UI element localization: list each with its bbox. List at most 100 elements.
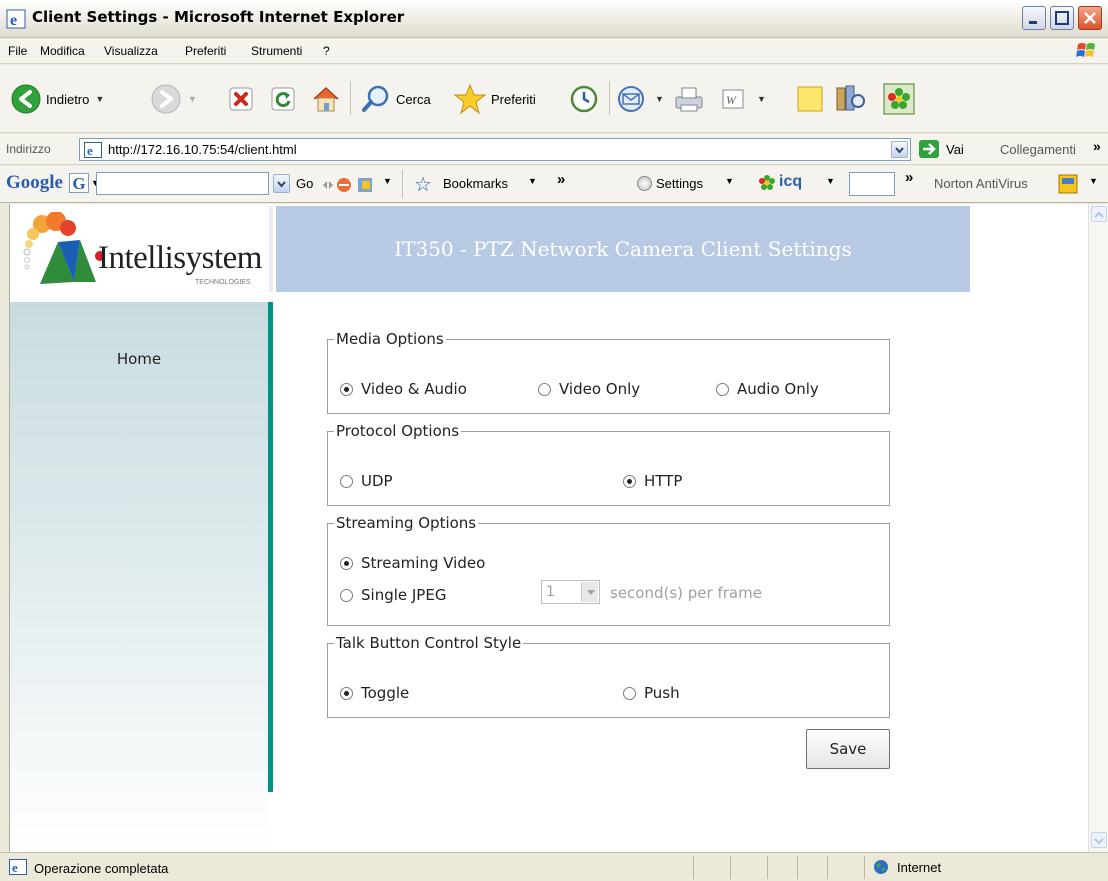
overflow-chevron-icon[interactable]: » xyxy=(905,169,913,186)
back-dropdown-icon[interactable]: ▼ xyxy=(95,94,104,104)
title-bar: e Client Settings - Microsoft Internet E… xyxy=(0,0,1108,38)
norton-button[interactable]: Norton AntiVirus xyxy=(934,176,1028,191)
google-go-button[interactable]: Go xyxy=(296,176,313,191)
forward-button[interactable]: ▼ xyxy=(150,79,197,119)
back-button[interactable]: Indietro ▼ xyxy=(10,79,104,119)
svg-text:e: e xyxy=(10,12,17,29)
overflow-chevron-icon[interactable]: » xyxy=(557,171,565,188)
protocol-udp-radio[interactable] xyxy=(340,474,353,488)
popup-dropdown-icon[interactable]: ▼ xyxy=(383,176,392,186)
settings-dropdown-icon[interactable]: ▼ xyxy=(725,176,734,186)
menu-strumenti[interactable]: Strumenti xyxy=(251,44,302,58)
search-button[interactable]: Cerca xyxy=(360,79,431,119)
address-input[interactable]: e http://172.16.10.75:54/client.html xyxy=(79,138,911,161)
protocol-http-label: HTTP xyxy=(644,472,683,490)
maximize-button[interactable] xyxy=(1050,6,1074,30)
talk-toggle-option[interactable]: Toggle xyxy=(340,684,409,702)
header-divider xyxy=(268,206,276,292)
media-video-only-label: Video Only xyxy=(559,380,641,398)
menu-visualizza[interactable]: Visualizza xyxy=(104,44,158,58)
streaming-video-radio[interactable] xyxy=(340,556,353,570)
stop-icon xyxy=(229,87,253,111)
menu-help[interactable]: ? xyxy=(323,44,330,58)
forward-arrow-icon xyxy=(151,84,181,114)
address-dropdown-button[interactable] xyxy=(891,141,908,158)
talk-push-option[interactable]: Push xyxy=(623,684,680,702)
media-audio-only-radio[interactable] xyxy=(716,382,729,396)
icq-toolbar-button[interactable] xyxy=(883,79,915,119)
history-button[interactable] xyxy=(568,79,600,119)
google-g-icon[interactable]: G xyxy=(69,173,89,193)
protocol-http-option[interactable]: HTTP xyxy=(623,472,682,490)
status-divider xyxy=(797,856,798,879)
go-button[interactable]: Vai xyxy=(918,139,964,159)
scroll-up-button[interactable] xyxy=(1091,206,1107,222)
refresh-button[interactable] xyxy=(269,79,297,119)
mail-dropdown-icon[interactable]: ▼ xyxy=(655,94,664,104)
links-chevron-icon[interactable]: » xyxy=(1093,138,1101,154)
protocol-http-radio[interactable] xyxy=(623,474,636,488)
media-video-audio-radio[interactable] xyxy=(340,382,353,396)
research-button[interactable] xyxy=(834,79,868,119)
settings-icon[interactable] xyxy=(637,176,652,191)
bookmarks-star-icon[interactable]: ☆ xyxy=(414,172,432,197)
single-jpeg-option[interactable]: Single JPEG xyxy=(340,586,446,604)
google-logo[interactable]: Google xyxy=(6,172,63,194)
word-edit-button[interactable]: W ▼ xyxy=(721,79,766,119)
search-web-icon[interactable] xyxy=(322,175,380,195)
media-audio-only-option[interactable]: Audio Only xyxy=(716,380,819,398)
minimize-button[interactable] xyxy=(1022,6,1046,30)
google-search-dropdown[interactable] xyxy=(273,174,290,193)
frame-interval-select[interactable]: 1 xyxy=(541,580,600,604)
norton-icon[interactable] xyxy=(1058,174,1078,194)
print-button[interactable] xyxy=(672,79,706,119)
status-bar: e Operazione completata Internet xyxy=(0,852,1108,881)
links-button[interactable]: Collegamenti xyxy=(1000,142,1076,157)
norton-dropdown-icon[interactable]: ▼ xyxy=(1089,176,1098,186)
protocol-udp-label: UDP xyxy=(361,472,393,490)
history-icon xyxy=(570,85,598,113)
protocol-options-legend: Protocol Options xyxy=(336,422,460,440)
icq-dropdown-icon[interactable]: ▼ xyxy=(826,176,835,186)
window-left-border xyxy=(0,204,10,852)
favorites-button[interactable]: Preferiti xyxy=(453,79,536,119)
media-video-audio-option[interactable]: Video & Audio xyxy=(340,380,467,398)
talk-push-label: Push xyxy=(644,684,680,702)
toolbar-separator xyxy=(609,81,610,115)
zone-label: Internet xyxy=(897,859,942,875)
menu-bar: File Modifica Visualizza Preferiti Strum… xyxy=(0,39,1108,64)
page-icon: e xyxy=(84,142,102,158)
vertical-scrollbar[interactable] xyxy=(1088,204,1108,852)
media-options-legend: Media Options xyxy=(336,330,444,348)
protocol-udp-option[interactable]: UDP xyxy=(340,472,393,490)
icq-search-input[interactable] xyxy=(849,172,895,196)
menu-modifica[interactable]: Modifica xyxy=(40,44,85,58)
single-jpeg-radio[interactable] xyxy=(340,588,353,602)
bookmarks-button[interactable]: Bookmarks xyxy=(443,176,508,191)
bookmarks-dropdown-icon[interactable]: ▼ xyxy=(528,176,537,186)
edit-dropdown-icon[interactable]: ▼ xyxy=(757,94,766,104)
windows-logo-icon xyxy=(1076,43,1095,57)
streaming-video-option[interactable]: Streaming Video xyxy=(340,554,485,572)
scroll-down-button[interactable] xyxy=(1091,832,1107,848)
notes-button[interactable] xyxy=(795,79,825,119)
menu-file[interactable]: File xyxy=(8,44,27,58)
single-jpeg-label: Single JPEG xyxy=(361,586,447,604)
media-video-only-option[interactable]: Video Only xyxy=(538,380,640,398)
close-button[interactable] xyxy=(1078,6,1102,30)
stop-button[interactable] xyxy=(227,79,255,119)
talk-toggle-radio[interactable] xyxy=(340,686,353,700)
google-search-input[interactable] xyxy=(96,172,269,195)
menu-preferiti[interactable]: Preferiti xyxy=(185,44,226,58)
icq-button[interactable]: icq xyxy=(779,173,802,191)
settings-button[interactable]: Settings xyxy=(656,176,703,191)
nav-home-link[interactable]: Home xyxy=(10,350,268,368)
intellisystem-logo-icon xyxy=(23,212,105,284)
talk-push-radio[interactable] xyxy=(623,686,636,700)
media-video-only-radio[interactable] xyxy=(538,382,551,396)
save-button[interactable]: Save xyxy=(806,729,890,769)
mail-button[interactable]: ▼ xyxy=(615,79,664,119)
forward-dropdown-icon[interactable]: ▼ xyxy=(188,94,197,104)
home-button[interactable] xyxy=(310,79,342,119)
page-title: IT350 - PTZ Network Camera Client Settin… xyxy=(394,237,852,261)
